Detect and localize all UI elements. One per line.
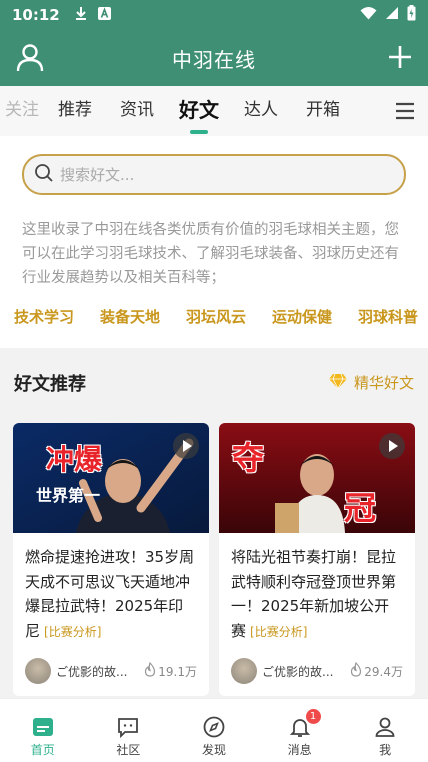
- nav-messages[interactable]: 1 消息: [257, 699, 343, 762]
- diamond-icon: [328, 373, 348, 393]
- category-links: 技术学习 装备天地 羽坛风云 运动保健 羽球科普: [14, 306, 418, 327]
- signal-icon: [385, 6, 399, 24]
- bottom-nav: 首页 社区 发现 1 消息 我: [0, 698, 428, 762]
- nav-discover-label: 发现: [201, 743, 226, 757]
- flame-icon: [144, 661, 156, 680]
- community-icon: [118, 718, 139, 739]
- category-equipment[interactable]: 装备天地: [100, 306, 160, 327]
- a-icon: [97, 6, 111, 24]
- status-time: 10:12: [12, 6, 60, 24]
- tab-follow[interactable]: 关注: [0, 86, 44, 136]
- article-title: 燃命提速抢进攻！35岁周天成不可思议飞天遁地冲爆昆拉武特！2025年印尼 [比赛分…: [25, 545, 197, 644]
- thumb-text-2b: 冠: [344, 489, 377, 527]
- author-name[interactable]: ご优影的故...: [56, 663, 138, 680]
- nav-messages-label: 消息: [287, 743, 312, 757]
- thumb-text-1b: 世界第一: [36, 486, 101, 505]
- intro-panel: 这里收录了中羽在线各类优质有价值的羽毛球相关主题，您可以在此学习羽毛球技术、了解…: [0, 136, 428, 348]
- section-description: 这里收录了中羽在线各类优质有价值的羽毛球相关主题，您可以在此学习羽毛球技术、了解…: [22, 222, 399, 286]
- tab-news[interactable]: 资讯: [106, 86, 168, 136]
- view-count: 29.4万: [350, 661, 403, 680]
- author-name[interactable]: ご优影的故...: [262, 663, 344, 680]
- nav-community-label: 社区: [116, 743, 141, 757]
- article-tag[interactable]: [比赛分析]: [44, 625, 101, 639]
- tab-unboxing[interactable]: 开箱: [292, 86, 354, 136]
- battery-icon: [407, 5, 416, 25]
- wifi-icon: [360, 6, 377, 24]
- category-sports-health[interactable]: 运动保健: [272, 306, 332, 327]
- article-meta: ご优影的故... 29.4万: [231, 658, 403, 684]
- view-count-value: 19.1万: [158, 664, 197, 679]
- nav-home[interactable]: 首页: [0, 699, 86, 762]
- avatar[interactable]: [231, 658, 257, 684]
- article-title: 将陆光祖节奏打崩！昆拉武特顺利夺冠登顶世界第一！2025年新加坡公开赛 [比赛分析…: [231, 545, 403, 644]
- user-icon[interactable]: [14, 41, 46, 73]
- category-technique[interactable]: 技术学习: [14, 306, 74, 327]
- article-meta: ご优影的故... 19.1万: [25, 658, 197, 684]
- article-tag[interactable]: [比赛分析]: [250, 625, 307, 639]
- tab-articles[interactable]: 好文: [168, 86, 230, 136]
- featured-articles-link[interactable]: 精华好文: [328, 372, 414, 393]
- view-count: 19.1万: [144, 661, 197, 680]
- nav-home-label: 首页: [30, 743, 55, 757]
- nav-discover[interactable]: 发现: [171, 699, 257, 762]
- app-title: 中羽在线: [172, 47, 256, 72]
- menu-icon[interactable]: [394, 100, 416, 122]
- category-science[interactable]: 羽球科普: [358, 306, 418, 327]
- thumb-text-1a: 冲爆: [46, 443, 103, 476]
- flame-icon: [350, 661, 362, 680]
- nav-me-label: 我: [379, 743, 392, 757]
- avatar[interactable]: [25, 658, 51, 684]
- person-icon: [375, 717, 395, 737]
- plus-icon[interactable]: [384, 41, 416, 73]
- article-card[interactable]: 燃命提速抢进攻！35岁周天成不可思议飞天遁地冲爆昆拉武特！2025年印尼 [比赛分…: [13, 423, 209, 696]
- play-icon: [379, 433, 405, 459]
- thumb-text-2a: 夺: [232, 439, 265, 477]
- nav-me[interactable]: 我: [342, 699, 428, 762]
- download-icon: [74, 6, 88, 24]
- compass-icon: [203, 716, 225, 738]
- app-header: 中羽在线: [0, 30, 428, 86]
- section-title: 好文推荐: [14, 374, 86, 395]
- category-tabs: 关注 推荐 资讯 好文 达人 开箱: [0, 86, 428, 136]
- view-count-value: 29.4万: [364, 664, 403, 679]
- search-icon: [34, 163, 54, 187]
- play-icon: [173, 433, 199, 459]
- search-input[interactable]: [60, 165, 380, 184]
- status-bar: 10:12: [0, 0, 428, 30]
- notification-badge: 1: [305, 709, 321, 724]
- nav-community[interactable]: 社区: [86, 699, 172, 762]
- search-box[interactable]: [22, 154, 406, 195]
- tab-experts[interactable]: 达人: [230, 86, 292, 136]
- home-icon: [32, 718, 53, 736]
- featured-link-label: 精华好文: [353, 374, 414, 392]
- category-badminton-world[interactable]: 羽坛风云: [186, 306, 246, 327]
- tab-recommend[interactable]: 推荐: [44, 86, 106, 136]
- article-thumbnail: [13, 423, 209, 533]
